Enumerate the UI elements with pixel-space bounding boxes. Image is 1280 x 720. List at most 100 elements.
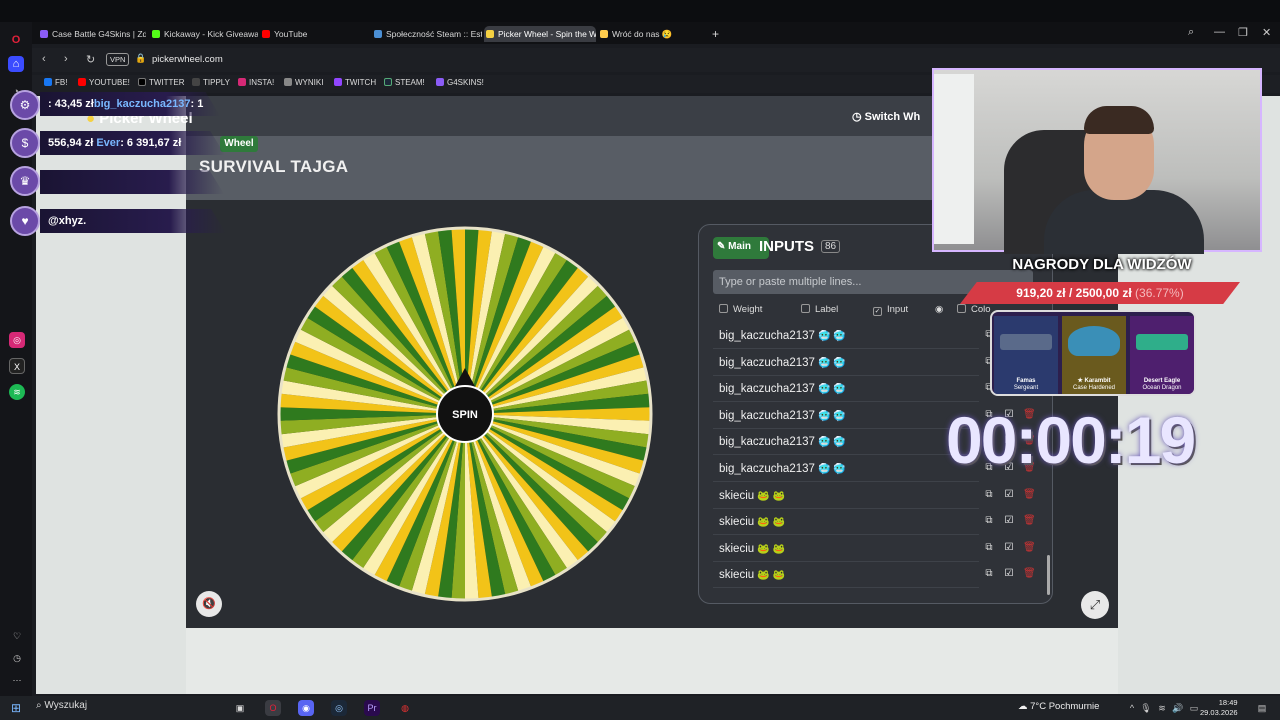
color-checkbox[interactable]	[957, 304, 966, 313]
close-icon[interactable]: ✕	[1262, 26, 1271, 39]
reload-icon[interactable]: ↻	[86, 53, 95, 66]
tab-kickaway[interactable]: Kickaway - Kick Giveaway	[150, 26, 258, 42]
opera-logo-icon[interactable]: O	[8, 32, 24, 48]
label-column[interactable]: Label	[801, 304, 838, 315]
spotify-icon[interactable]: ≋	[9, 384, 25, 400]
trash-icon[interactable]: 🗑	[1023, 515, 1036, 527]
checkbox-icon[interactable]: ☑	[1003, 489, 1015, 501]
copy-icon[interactable]: ⧉	[983, 542, 995, 554]
home-icon[interactable]: ⌂	[8, 56, 24, 72]
list-scrollbar[interactable]	[1047, 555, 1050, 595]
forward-icon[interactable]: ›	[64, 53, 68, 65]
tab-favicon	[374, 30, 382, 38]
search-tabs-icon[interactable]: ⌕	[1188, 26, 1194, 39]
taskbar-search[interactable]: ⌕ Wyszukaj	[36, 700, 87, 711]
trash-icon[interactable]: 🗑	[1023, 542, 1036, 554]
history-icon[interactable]: ◷	[9, 650, 25, 666]
checkbox-icon[interactable]: ☑	[1003, 542, 1015, 554]
maximize-icon[interactable]: ❐	[1238, 26, 1248, 39]
tab-wroc[interactable]: Wróć do nas 😢	[598, 26, 690, 42]
copy-icon[interactable]: ⧉	[983, 489, 995, 501]
copy-icon[interactable]: ⧉	[983, 568, 995, 580]
bookmark-tipply[interactable]: TIPPLY	[192, 78, 230, 87]
wheel-tag[interactable]: Wheel	[220, 136, 258, 152]
spin-wheel[interactable]: SPIN	[268, 222, 662, 606]
overlay-bar-empty	[40, 170, 224, 194]
title-strip	[0, 0, 1280, 22]
bookmark-youtube[interactable]: YOUTUBE!	[78, 78, 130, 87]
input-row[interactable]: skieciu 🐸 🐸	[713, 536, 979, 562]
color-column[interactable]: Colo	[957, 304, 991, 315]
visibility-column[interactable]: ◉	[935, 304, 943, 315]
opera-taskbar-icon[interactable]: O	[265, 700, 281, 716]
input-row[interactable]: big_kaczucha2137 🥶 🥶	[713, 350, 979, 376]
bookmark-label: TWITCH	[345, 78, 377, 87]
trash-icon[interactable]: 🗑	[1023, 489, 1036, 501]
steam-taskbar-icon[interactable]: ◎	[331, 700, 347, 716]
facebook-icon	[44, 78, 52, 86]
search-label: Wyszukaj	[44, 700, 88, 711]
checkbox-icon[interactable]: ☑	[1003, 568, 1015, 580]
more-icon[interactable]: ⋯	[9, 672, 25, 688]
volume-icon[interactable]: 🔊	[1170, 700, 1186, 716]
tab-youtube[interactable]: YouTube	[260, 26, 368, 42]
mic-icon[interactable]: 🎙	[1138, 700, 1154, 716]
weight-checkbox[interactable]	[719, 304, 728, 313]
trash-icon[interactable]: 🗑	[1023, 568, 1036, 580]
input-row[interactable]: skieciu 🐸 🐸	[713, 509, 979, 536]
notifications-icon[interactable]: ▤	[1254, 700, 1270, 716]
checkbox-icon[interactable]: ☑	[1003, 515, 1015, 527]
fullscreen-button[interactable]: ⤢	[1081, 591, 1109, 619]
discord-icon[interactable]: ◉	[298, 700, 314, 716]
input-row[interactable]: big_kaczucha2137 🥶 🥶	[713, 323, 979, 349]
url-field[interactable]: pickerwheel.com	[152, 54, 223, 65]
tab-steam[interactable]: Społeczność Steam :: Esta	[372, 26, 482, 42]
bookmark-g4skins[interactable]: G4SKINS!	[436, 78, 484, 87]
new-tab-button[interactable]: +	[708, 26, 728, 42]
tab-case-battle[interactable]: Case Battle G4Skins | Zdo	[38, 26, 146, 42]
input-row[interactable]: skieciu 🐸 🐸	[713, 483, 979, 509]
label-checkbox[interactable]	[801, 304, 810, 313]
bookmark-fb[interactable]: FB!	[44, 78, 67, 87]
webcam-feed	[932, 68, 1262, 254]
vpn-badge[interactable]: VPN	[106, 53, 130, 66]
heart-outline-icon[interactable]: ♡	[9, 628, 25, 644]
spin-button-label[interactable]: SPIN	[452, 409, 478, 421]
obs-icon[interactable]: ◍	[397, 700, 413, 716]
input-row-actions: ⧉ ☑ 🗑	[983, 562, 1043, 588]
instagram-icon[interactable]: ◎	[9, 332, 25, 348]
copy-icon[interactable]: ⧉	[983, 515, 995, 527]
windows-start-icon[interactable]: ⊞	[8, 700, 24, 716]
input-column[interactable]: ✓ Input	[873, 304, 908, 316]
input-row[interactable]: big_kaczucha2137 🥶 🥶	[713, 376, 979, 403]
input-row[interactable]: big_kaczucha2137 🥶 🥶	[713, 429, 979, 456]
tab-bar: Case Battle G4Skins | Zdo Kickaway - Kic…	[32, 22, 1280, 44]
back-icon[interactable]: ‹	[42, 53, 46, 65]
input-row[interactable]: skieciu 🐸 🐸	[713, 562, 979, 589]
wheel-title[interactable]: SURVIVAL TAJGA	[199, 157, 348, 177]
wifi-icon[interactable]: ≋	[1154, 700, 1170, 716]
input-row[interactable]: big_kaczucha2137 🥶 🥶	[713, 403, 979, 429]
mute-button[interactable]: 🔇	[196, 591, 222, 617]
bookmark-twitter[interactable]: TWITTER	[138, 78, 185, 87]
bookmark-wyniki[interactable]: WYNIKI	[284, 78, 323, 87]
input-checkbox[interactable]: ✓	[873, 307, 882, 316]
bookmark-twitch[interactable]: TWITCH	[334, 78, 376, 87]
taskbar-clock[interactable]: 18:49 29.03.2026	[1200, 698, 1238, 718]
input-row[interactable]: big_kaczucha2137 🥶 🥶	[713, 456, 979, 482]
bookmark-insta[interactable]: INSTA!	[238, 78, 274, 87]
switch-wheel-button[interactable]: ◷ Switch Wh	[852, 110, 920, 123]
x-icon[interactable]: X	[9, 358, 25, 374]
premiere-icon[interactable]: Pr	[364, 700, 380, 716]
bookmark-steam[interactable]: STEAM!	[384, 78, 425, 87]
minimize-icon[interactable]: —	[1214, 26, 1225, 38]
prize-sub: Ocean Dragon	[1142, 385, 1182, 391]
weather-widget[interactable]: ☁ 7°C Pochmurnie	[1018, 701, 1099, 712]
task-view-icon[interactable]: ▣	[232, 700, 248, 716]
tab-picker-wheel[interactable]: Picker Wheel - Spin the W	[484, 26, 596, 42]
weight-column[interactable]: Weight	[719, 304, 762, 315]
prize-sub: Sergeant	[1013, 385, 1039, 391]
tab-favicon	[600, 30, 608, 38]
input-row-actions: ⧉ ☑ 🗑	[983, 536, 1043, 562]
input-row-text: skieciu	[719, 542, 755, 555]
